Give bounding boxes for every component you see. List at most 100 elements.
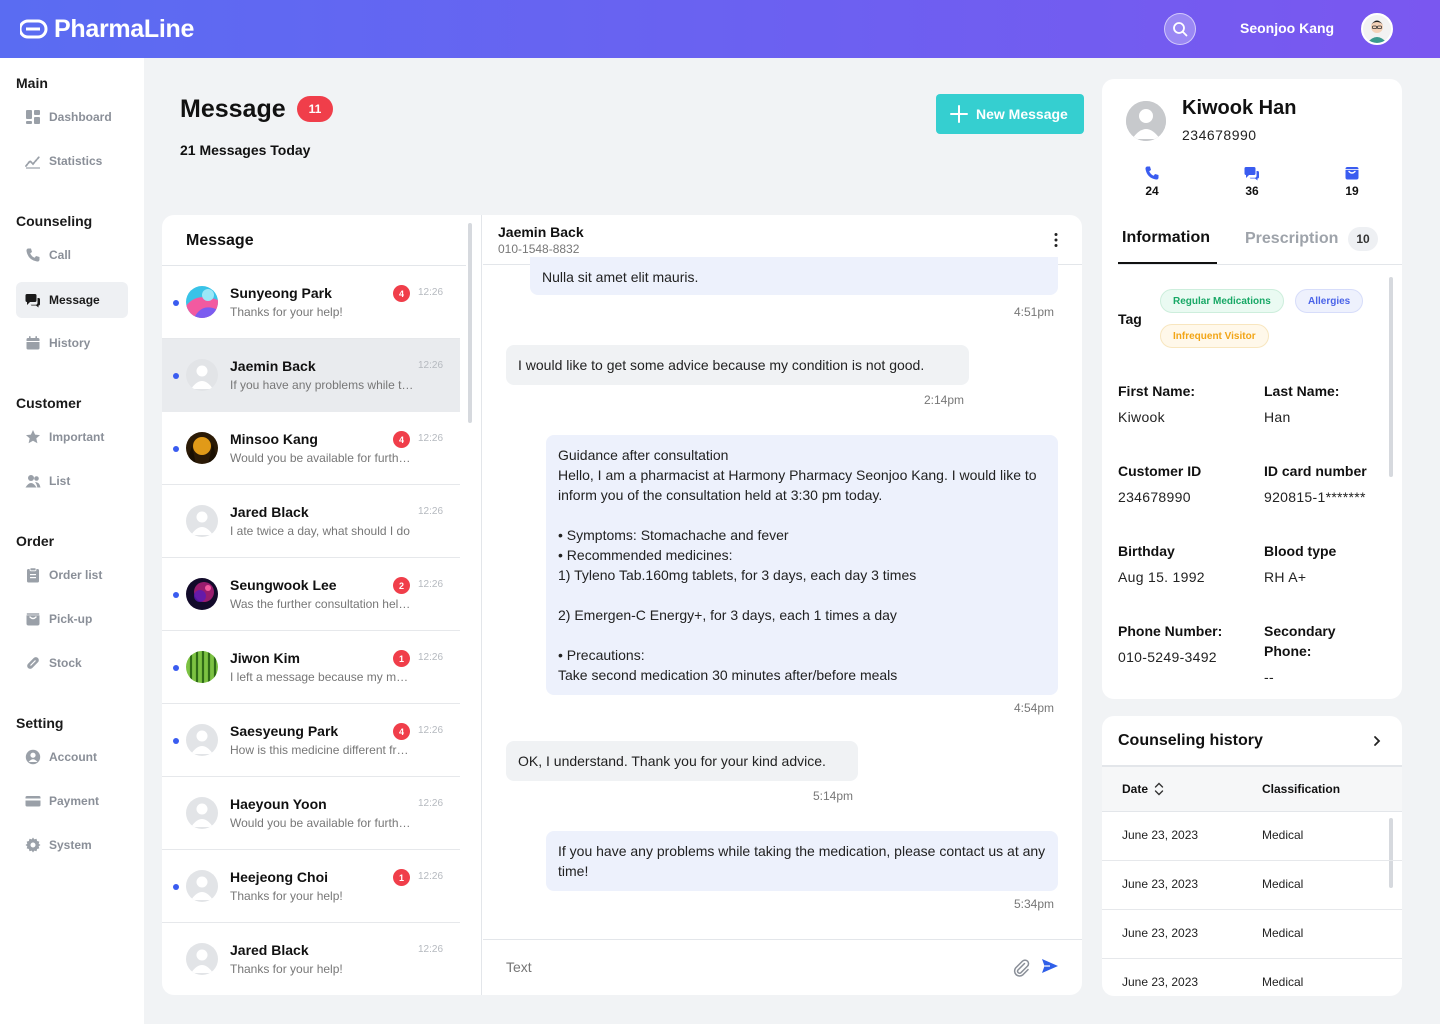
chat-icon: [25, 294, 40, 308]
tag-allergies[interactable]: Allergies: [1295, 289, 1364, 313]
message-input[interactable]: [506, 959, 986, 975]
tag-regular-medications[interactable]: Regular Medications: [1160, 289, 1284, 313]
unread-dot: [173, 592, 179, 598]
conversation-item[interactable]: Haeyoun Yoon Would you be available for f…: [162, 777, 460, 850]
profile-scrollbar[interactable]: [1389, 277, 1393, 477]
unread-dot: [173, 300, 179, 306]
new-message-button[interactable]: New Message: [936, 94, 1084, 134]
unread-count-badge: 1: [393, 869, 410, 886]
sidebar-item-call[interactable]: Call: [16, 237, 128, 273]
conversation-item[interactable]: Jiwon Kim I left a message because my med…: [162, 631, 460, 704]
conversation-item[interactable]: Saesyeung Park How is this medicine diffe…: [162, 704, 460, 777]
sidebar-item-pick-up[interactable]: Pick-up: [16, 601, 128, 637]
chat-message-outgoing: If you have any problems while taking th…: [546, 831, 1058, 891]
send-icon[interactable]: [1040, 956, 1060, 976]
pill-icon: [27, 657, 39, 669]
sidebar-item-statistics[interactable]: Statistics: [16, 143, 128, 179]
conversation-time: 12:26: [418, 871, 444, 882]
history-classification: Medical: [1262, 926, 1304, 940]
sidebar-item-dashboard[interactable]: Dashboard: [16, 99, 128, 135]
blood-type-label: Blood type: [1264, 543, 1337, 559]
conversation-item[interactable]: Heejeong Choi Thanks for your help! 1 12:26: [162, 850, 460, 923]
customer-profile-card: Kiwook Han 234678990 24 36 19 Informatio…: [1102, 79, 1402, 699]
sidebar-item-label: Call: [49, 248, 72, 262]
conversation-name: Minsoo Kang: [230, 431, 318, 447]
conversation-list-scrollbar[interactable]: [468, 223, 472, 423]
stat-pickups[interactable]: 19: [1332, 165, 1372, 198]
calendar-icon: [26, 336, 40, 350]
history-date: June 23, 2023: [1122, 926, 1199, 940]
conversation-item[interactable]: Minsoo Kang Would you be available for fu…: [162, 412, 460, 485]
sidebar-item-order-list[interactable]: Order list: [16, 557, 128, 593]
user-name[interactable]: Seonjoo Kang: [1240, 20, 1334, 36]
sort-icon: [1154, 782, 1164, 796]
date-column-label: Date: [1122, 782, 1149, 796]
table-row[interactable]: June 23, 2023 Medical: [1102, 812, 1402, 861]
table-row[interactable]: June 23, 2023 Medical: [1102, 959, 1402, 996]
customer-id-label: Customer ID: [1118, 463, 1202, 479]
sidebar-item-stock[interactable]: Stock: [16, 645, 128, 681]
avatar: [186, 651, 218, 683]
first-name-label: First Name:: [1118, 383, 1196, 399]
stat-calls[interactable]: 24: [1132, 165, 1172, 198]
sidebar-item-label: List: [49, 474, 71, 488]
sidebar-item-label: Dashboard: [49, 110, 112, 124]
last-name-label: Last Name:: [1264, 383, 1340, 399]
tab-prescription[interactable]: Prescription: [1245, 230, 1338, 248]
more-options-icon[interactable]: [1049, 232, 1063, 248]
conversation-item[interactable]: Jared Black Thanks for your help! 12:26: [162, 923, 460, 995]
chat-message-incoming: OK, I understand. Thank you for your kin…: [506, 741, 858, 781]
phone-icon: [1145, 166, 1159, 180]
conversation-name: Haeyoun Yoon: [230, 796, 327, 812]
conversation-list: Message Sunyeong Park Thanks for your hel…: [162, 215, 482, 995]
sidebar-item-system[interactable]: System: [16, 827, 128, 863]
sidebar-item-important[interactable]: Important: [16, 419, 128, 455]
conversation-preview: Thanks for your help!: [230, 889, 343, 903]
chevron-right-icon[interactable]: [1370, 733, 1384, 749]
sidebar-item-history[interactable]: History: [16, 325, 128, 361]
conversation-item[interactable]: Jared Black I ate twice a day, what shoul…: [162, 485, 460, 558]
chat-message-incoming: I would like to get some advice because …: [506, 345, 969, 385]
sidebar-item-list[interactable]: List: [16, 463, 128, 499]
unread-dot: [173, 446, 179, 452]
conversation-item[interactable]: Seungwook Lee Was the further consultatio…: [162, 558, 460, 631]
conversation-time: 12:26: [418, 433, 444, 444]
customer-id: 234678990: [1182, 127, 1257, 143]
sidebar-item-payment[interactable]: Payment: [16, 783, 128, 819]
sidebar-item-account[interactable]: Account: [16, 739, 128, 775]
tab-information[interactable]: Information: [1122, 229, 1210, 247]
sidebar-item-label: Stock: [49, 656, 82, 670]
first-name-value: Kiwook: [1118, 409, 1165, 425]
search-button[interactable]: [1164, 13, 1196, 45]
stat-messages-count: 36: [1245, 184, 1259, 198]
id-card-value: 920815-1*******: [1264, 489, 1366, 505]
card-icon: [25, 796, 41, 807]
table-row[interactable]: June 23, 2023 Medical: [1102, 910, 1402, 959]
search-icon: [1173, 22, 1188, 37]
history-date: June 23, 2023: [1122, 877, 1199, 891]
default-user-icon: [1126, 101, 1166, 141]
conversation-preview: Would you be available for further consu…: [230, 816, 414, 830]
chat-message-outgoing: Guidance after consultation Hello, I am …: [546, 435, 1058, 695]
paperclip-icon[interactable]: [1011, 957, 1031, 977]
app-logo[interactable]: PharmaLine: [20, 14, 194, 44]
conversation-time: 12:26: [418, 287, 444, 298]
conversation-item[interactable]: Sunyeong Park Thanks for your help! 4 12:26: [162, 266, 460, 339]
table-row[interactable]: June 23, 2023 Medical: [1102, 861, 1402, 910]
counseling-history-title[interactable]: Counseling history: [1118, 732, 1263, 750]
top-bar: PharmaLine Seonjoo Kang: [0, 0, 1440, 58]
conversation-preview: Would you be available for further consu…: [230, 451, 414, 465]
sidebar-item-message[interactable]: Message: [16, 282, 128, 318]
date-column-header[interactable]: Date: [1122, 782, 1164, 796]
conversation-preview: Was the further consultation helpful: [230, 597, 414, 611]
user-avatar[interactable]: [1361, 13, 1393, 45]
unread-count-badge: 2: [393, 577, 410, 594]
sidebar-item-label: Order list: [49, 568, 103, 582]
stat-messages[interactable]: 36: [1232, 165, 1272, 198]
sidebar-item-label: Statistics: [49, 154, 103, 168]
messages-today: 21 Messages Today: [180, 142, 311, 158]
chat-message-time: 5:34pm: [1014, 897, 1055, 911]
conversation-item[interactable]: Jaemin Back If you have any problems whil…: [162, 339, 460, 412]
tag-infrequent-visitor[interactable]: Infrequent Visitor: [1160, 324, 1269, 348]
dashboard-icon: [26, 110, 40, 124]
